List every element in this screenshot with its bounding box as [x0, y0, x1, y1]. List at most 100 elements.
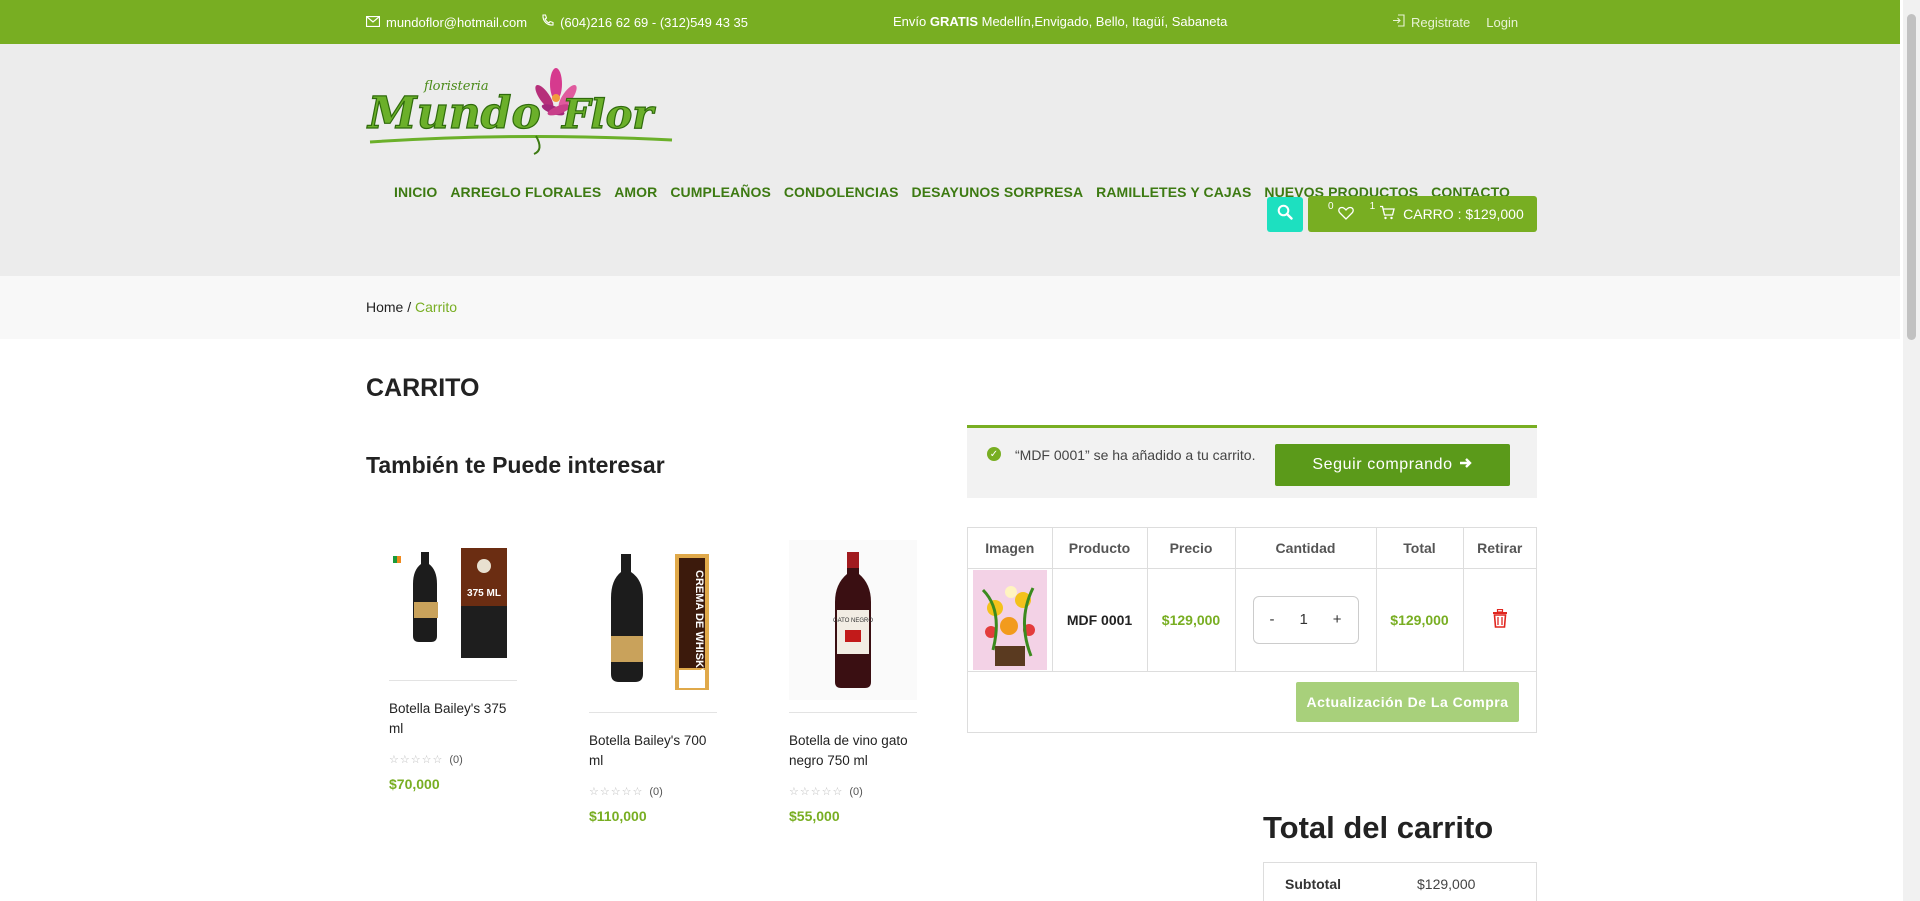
table-header-row: Imagen Producto Precio Cantidad Total Re… [968, 528, 1536, 569]
nav-item-arreglo-florales[interactable]: ARREGLO FLORALES [450, 184, 601, 200]
cart-count: 1 [1369, 200, 1376, 212]
sign-in-icon [1392, 14, 1405, 30]
nav-item-condolencias[interactable]: CONDOLENCIAS [784, 184, 899, 200]
divider [589, 712, 717, 713]
column-header: Imagen [968, 528, 1053, 569]
shipping-bold: GRATIS [929, 14, 979, 29]
nav-item-desayunos-sorpresa[interactable]: DESAYUNOS SORPRESA [912, 184, 1084, 200]
subtotal-label: Subtotal [1285, 876, 1341, 892]
cart-item-image[interactable] [968, 568, 1053, 672]
update-cart-button[interactable]: Actualización De La Compra [1296, 681, 1519, 722]
product-price: $110,000 [589, 808, 647, 824]
rating: ☆☆☆☆☆ (0) [789, 785, 917, 799]
shipping-prefix: Envío [893, 14, 930, 29]
product-card[interactable]: CREMA DE WHISKY Botella Bailey's 700 ml … [589, 540, 717, 824]
search-button[interactable] [1267, 197, 1303, 232]
svg-text:Mundo: Mundo [366, 88, 541, 139]
svg-text:Flor: Flor [561, 91, 656, 138]
update-row: Actualización De La Compra [968, 672, 1536, 732]
phone-text: (604)216 62 69 - (312)549 43 35 [560, 14, 749, 30]
nav-item-cumpleanos[interactable]: CUMPLEAÑOS [670, 184, 771, 200]
product-image-text: 375 ML [467, 588, 501, 599]
phone-contact[interactable]: (604)216 62 69 - (312)549 43 35 [541, 14, 748, 30]
cart-total-label: CARRO : $129,000 [1403, 206, 1524, 222]
product-image[interactable]: 375 ML [389, 540, 517, 668]
contact-info: mundoflor@hotmail.com (604)216 62 69 - (… [365, 14, 748, 30]
arrow-right-icon [1459, 456, 1473, 475]
nav-item-ramilletes-y-cajas[interactable]: RAMILLETES Y CAJAS [1096, 184, 1251, 200]
product-card[interactable]: 375 ML Botella Bailey's 375 ml ☆☆☆☆☆ (0) … [389, 540, 517, 792]
star-rating-icon: ☆☆☆☆☆ [389, 754, 444, 766]
cross-sells-title: También te Puede interesar [366, 452, 665, 478]
quantity-stepper[interactable]: - 1 + [1252, 595, 1359, 644]
column-header: Producto [1052, 528, 1148, 569]
breadcrumb-bar: Home / Carrito [0, 276, 1900, 339]
product-price: $55,000 [789, 808, 840, 824]
product-price: $70,000 [389, 776, 440, 792]
site-logo[interactable]: floristeria Mundo Flor [365, 66, 676, 156]
breadcrumb-home[interactable]: Home [366, 299, 403, 315]
cart-notice: ✓ “MDF 0001” se ha añadido a tu carrito.… [967, 425, 1537, 498]
column-header: Total [1376, 528, 1464, 569]
login-link[interactable]: Login [1486, 15, 1518, 30]
quantity-value[interactable]: 1 [1299, 611, 1307, 628]
product-image[interactable]: GATO NEGRO [789, 540, 917, 700]
continue-shopping-button[interactable]: Seguir comprando [1275, 444, 1510, 486]
table-row: MDF 0001 $129,000 - 1 + $129,000 [968, 568, 1536, 672]
star-rating-icon: ☆☆☆☆☆ [789, 786, 844, 798]
breadcrumb: Home / Carrito [366, 299, 457, 315]
star-rating-icon: ☆☆☆☆☆ [589, 786, 644, 798]
register-link[interactable]: Registrate [1392, 14, 1470, 30]
header-cart-button[interactable]: 0 1 CARRO : $129,000 [1308, 196, 1537, 232]
cart-totals-title: Total del carrito [1263, 810, 1494, 845]
cart-icon [1379, 205, 1395, 223]
subtotal-value: $129,000 [1417, 876, 1476, 892]
product-image[interactable]: CREMA DE WHISKY [589, 540, 717, 700]
product-image-text: CREMA DE WHISKY [693, 570, 705, 676]
breadcrumb-current: Carrito [415, 299, 458, 315]
cart-table: Imagen Producto Precio Cantidad Total Re… [967, 527, 1537, 733]
notice-message: “MDF 0001” se ha añadido a tu carrito. [1015, 447, 1256, 463]
product-name[interactable]: Botella Bailey's 700 ml [589, 731, 717, 771]
nav-item-amor[interactable]: AMOR [614, 184, 657, 200]
decrease-button[interactable]: - [1270, 611, 1275, 628]
review-count: (0) [449, 753, 463, 766]
site-header: floristeria Mundo Flor INICIO ARREGLO FL… [0, 44, 1900, 276]
column-header: Retirar [1463, 528, 1536, 569]
product-image-text: GATO NEGRO [833, 618, 873, 624]
register-text: Registrate [1411, 14, 1471, 30]
cart-item-total: $129,000 [1376, 568, 1464, 672]
cart-item-price: $129,000 [1147, 568, 1236, 672]
scrollbar-thumb[interactable] [1907, 14, 1916, 340]
email-contact[interactable]: mundoflor@hotmail.com [365, 14, 528, 30]
product-card[interactable]: GATO NEGRO Botella de vino gato negro 75… [789, 540, 917, 824]
column-header: Cantidad [1235, 528, 1377, 569]
top-bar: mundoflor@hotmail.com (604)216 62 69 - (… [0, 0, 1900, 44]
quantity-cell: - 1 + [1235, 568, 1377, 672]
wishlist-count: 0 [1328, 200, 1334, 212]
rating: ☆☆☆☆☆ (0) [589, 785, 717, 799]
nav-item-inicio[interactable]: INICIO [394, 184, 437, 200]
review-count: (0) [649, 785, 663, 798]
product-name[interactable]: Botella Bailey's 375 ml [389, 699, 517, 739]
check-icon: ✓ [987, 447, 1001, 461]
search-icon [1277, 204, 1293, 225]
email-text: mundoflor@hotmail.com [386, 14, 528, 30]
remove-cell [1463, 568, 1536, 672]
column-header: Precio [1147, 528, 1236, 569]
cart-totals-table: Subtotal $129,000 [1263, 862, 1537, 901]
rating: ☆☆☆☆☆ (0) [389, 753, 517, 767]
increase-button[interactable]: + [1333, 611, 1342, 628]
review-count: (0) [849, 785, 863, 798]
shipping-banner: Envío GRATIS Medellín,Envigado, Bello, I… [893, 14, 1227, 29]
envelope-icon [365, 15, 381, 30]
trash-icon[interactable] [1492, 608, 1508, 631]
page-scrollbar[interactable] [1903, 0, 1920, 901]
cart-item-name[interactable]: MDF 0001 [1052, 568, 1148, 672]
product-name[interactable]: Botella de vino gato negro 750 ml [789, 731, 917, 771]
divider [789, 712, 917, 713]
account-links: Registrate Login [1392, 14, 1518, 30]
page-title: CARRITO [366, 374, 480, 402]
divider [389, 680, 517, 681]
heart-icon [1337, 206, 1354, 223]
